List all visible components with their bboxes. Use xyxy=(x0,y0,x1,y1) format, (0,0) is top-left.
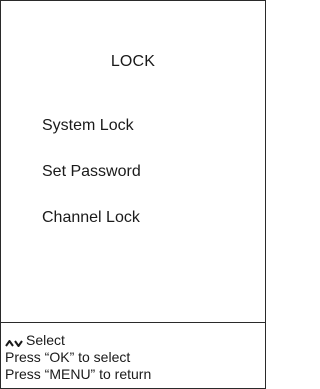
menu-list: System Lock Set Password Channel Lock xyxy=(42,116,141,254)
menu-item-channel-lock[interactable]: Channel Lock xyxy=(42,208,141,227)
footer-divider xyxy=(1,322,265,323)
menu-title: LOCK xyxy=(110,53,156,70)
nav-hint-row: Select xyxy=(5,332,151,349)
menu-hint: Press “MENU” to return xyxy=(5,366,152,382)
menu-item-set-password[interactable]: Set Password xyxy=(42,162,141,181)
help-footer: Select Press “OK” to select Press “MENU”… xyxy=(5,332,151,383)
menu-item-system-lock[interactable]: System Lock xyxy=(42,116,141,135)
ok-hint: Press “OK” to select xyxy=(5,349,131,365)
nav-hint-label: Select xyxy=(26,332,65,348)
osd-menu-window: LOCK System Lock Set Password Channel Lo… xyxy=(0,0,266,389)
